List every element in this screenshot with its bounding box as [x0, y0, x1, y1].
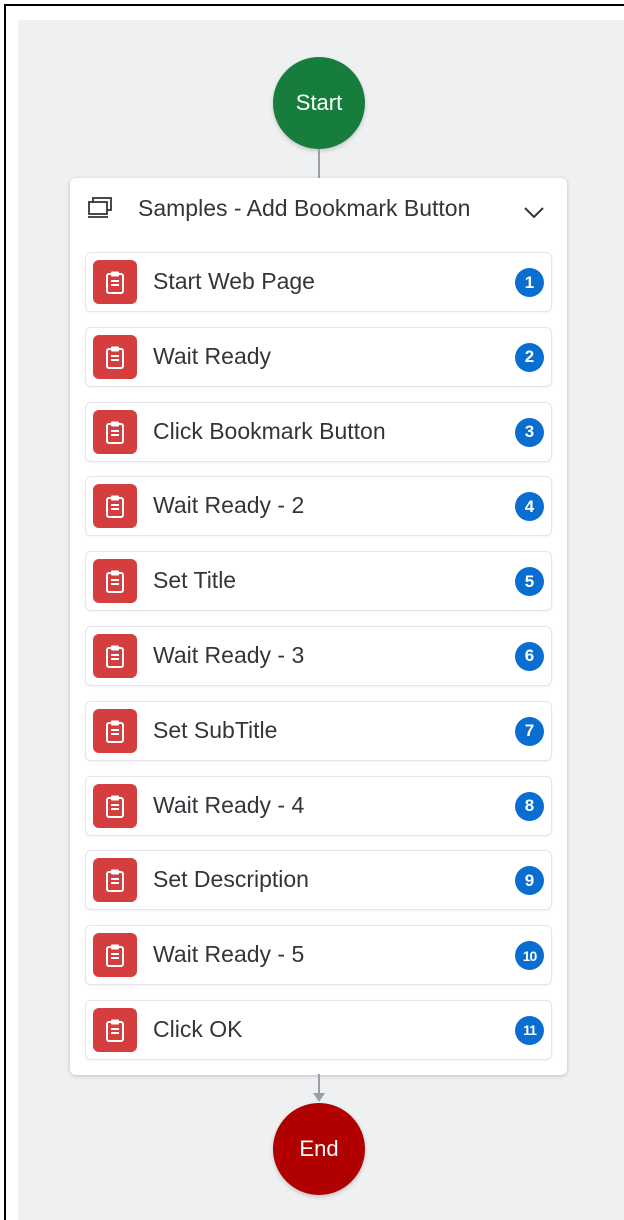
step-item[interactable]: Start Web Page 1 [85, 252, 552, 312]
group-header[interactable]: Samples - Add Bookmark Button [70, 178, 567, 240]
step-label: Set SubTitle [153, 716, 278, 743]
step-number-badge: 8 [515, 791, 544, 821]
step-label: Set Title [153, 567, 237, 594]
step-label: Click OK [153, 1015, 243, 1042]
step-number-badge: 9 [515, 866, 544, 896]
step-item[interactable]: Click OK 11 [85, 999, 552, 1060]
step-item[interactable]: Wait Ready 2 [85, 326, 552, 387]
group-title: Samples - Add Bookmark Button [138, 195, 471, 221]
arrow-head-icon [313, 1093, 325, 1102]
clipboard-icon [93, 334, 137, 379]
clipboard-icon [93, 858, 137, 903]
step-item[interactable]: Set Title 5 [85, 551, 552, 612]
end-node-label: End [299, 1136, 339, 1161]
step-number-badge: 6 [515, 641, 544, 671]
desktop-screen-icon [88, 197, 112, 218]
group-card: Samples - Add Bookmark Button Start Web … [70, 178, 567, 1075]
step-item[interactable]: Wait Ready - 2 4 [85, 476, 552, 537]
step-item[interactable]: Set SubTitle 7 [85, 700, 552, 761]
step-label: Wait Ready [153, 342, 272, 369]
start-node-label: Start [295, 90, 343, 115]
clipboard-icon [93, 633, 137, 678]
clipboard-icon [93, 708, 137, 753]
step-number-badge: 4 [515, 492, 544, 522]
step-label: Wait Ready - 2 [153, 492, 305, 519]
step-item[interactable]: Wait Ready - 3 6 [85, 625, 552, 686]
step-item[interactable]: Wait Ready - 4 8 [85, 775, 552, 836]
step-number-badge: 10 [515, 941, 544, 971]
step-number-badge: 5 [515, 567, 544, 597]
step-list: Start Web Page 1 Wait Ready 2 Click Bookmark… [85, 252, 554, 1075]
step-number-badge: 3 [515, 417, 544, 447]
step-label: Start Web Page [153, 268, 315, 294]
clipboard-icon [93, 409, 137, 454]
clipboard-icon [93, 783, 137, 828]
start-node[interactable]: Start [273, 57, 365, 149]
step-label: Wait Ready - 3 [153, 641, 305, 668]
step-number-badge: 11 [515, 1015, 544, 1045]
step-number-badge: 7 [515, 716, 544, 746]
connector-start-to-group [318, 149, 320, 180]
clipboard-icon [93, 1007, 137, 1052]
step-label: Wait Ready - 5 [153, 941, 305, 968]
chevron-down-icon[interactable] [522, 200, 546, 224]
clipboard-icon [93, 260, 137, 304]
step-label: Set Description [153, 866, 309, 893]
clipboard-icon [93, 484, 137, 529]
clipboard-icon [93, 933, 137, 978]
step-item[interactable]: Set Description 9 [85, 850, 552, 911]
step-item[interactable]: Click Bookmark Button 3 [85, 401, 552, 462]
clipboard-icon [93, 559, 137, 604]
step-label: Click Bookmark Button [153, 417, 386, 444]
step-item[interactable]: Wait Ready - 5 10 [85, 925, 552, 986]
step-number-badge: 1 [515, 268, 544, 297]
step-label: Wait Ready - 4 [153, 791, 305, 818]
step-number-badge: 2 [515, 342, 544, 372]
end-node[interactable]: End [273, 1103, 365, 1195]
